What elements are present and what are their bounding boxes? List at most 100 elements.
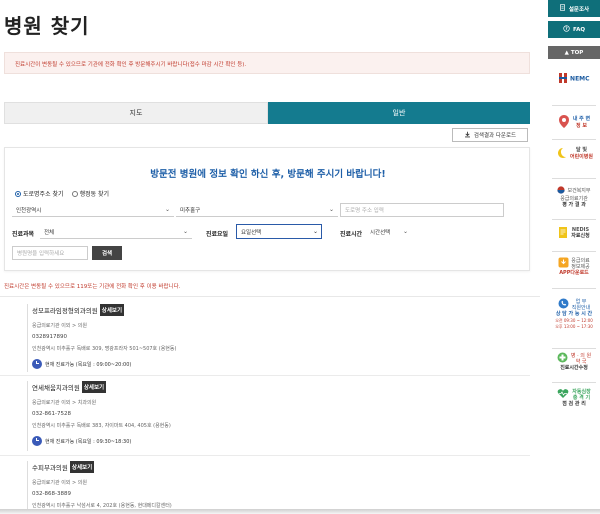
ministry-logo-icon xyxy=(557,186,566,196)
detail-button[interactable]: 상세보기 xyxy=(99,304,125,316)
main-content: 병원 찾기 진료시간이 변동될 수 있으므로 기관에 전화 확인 후 방문해주시… xyxy=(0,0,540,514)
app-label-2: 정보제공 xyxy=(571,263,590,270)
map-pin-icon xyxy=(558,114,570,131)
detail-button[interactable]: 상세보기 xyxy=(81,381,107,393)
time-select[interactable]: 시간선택 ⌄ xyxy=(366,225,408,239)
search-headline: 방문전 병원에 정보 확인 하신 후, 방문해 주시기 바랍니다! xyxy=(150,169,386,180)
result-warning: 진료시간은 변동될 수 있으므로 119또는 기관에 전화 확인 후 이용 바랍… xyxy=(4,284,181,290)
heart-pulse-icon xyxy=(557,388,569,401)
help-icon: ? xyxy=(563,25,570,34)
hours-edit-label-3: 진료시간수정 xyxy=(560,365,588,371)
download-results-button[interactable]: 검색결과 다운로드 xyxy=(452,128,528,142)
hospital-name: 수피부과의원 xyxy=(32,464,68,472)
hospital-address: 인천광역시 미추홀구 독배로 309, 명광프라자 501~507호 (용현동) xyxy=(32,346,177,352)
quick-menu-sidebar: 설문조사 ? FAQ ▲ TOP NEMC 내 주 변 정 보 달 빛 어린이병… xyxy=(548,0,600,514)
chevron-down-icon: ⌄ xyxy=(164,206,170,213)
nedis-label-2: 자료신청 xyxy=(571,233,590,239)
hospital-phone: 032-861-7528 xyxy=(32,411,71,417)
district-select[interactable]: 미추홀구 ⌄ xyxy=(176,203,338,217)
divider xyxy=(0,296,540,297)
app-download-link[interactable]: 응급의료 정보제공 APP다운로드 xyxy=(548,257,600,277)
hours-edit-link[interactable]: 병 · 의 원 약 국 진료시간수정 xyxy=(548,352,600,372)
nearby-info-link[interactable]: 내 주 변 정 보 xyxy=(548,114,600,131)
road-address-input[interactable]: 도로명 주소 입력 xyxy=(340,203,504,217)
hospital-phone: 032-868-3889 xyxy=(32,491,71,497)
staff-guide-link[interactable]: 업 무 직원안내 상 담 가 능 시 간 오전 09:30 ~ 12:00 오후… xyxy=(548,298,600,330)
consult-hours-pm: 오후 13:00 ~ 17:30 xyxy=(555,324,593,329)
hospital-type: 응급의료기관 이외 > 의원 xyxy=(32,323,87,329)
chevron-down-icon: ⌄ xyxy=(402,228,408,235)
radio-road-address[interactable]: 도로명주소 찾기 xyxy=(15,189,64,198)
radio-road-label: 도로명주소 찾기 xyxy=(23,191,64,198)
city-value: 인천광역시 xyxy=(16,207,42,214)
faq-button[interactable]: ? FAQ xyxy=(548,21,600,38)
chevron-down-icon: ⌄ xyxy=(312,228,318,235)
hospital-name: 성모프라임정형외과의원 xyxy=(32,307,98,315)
moonlight-hospital-link[interactable]: 달 빛 어린이병원 xyxy=(548,147,600,161)
hospital-address: 인천광역시 미추홀구 독배로 383, 자이마트 404, 405호 (용현동) xyxy=(32,423,171,429)
nemc-link[interactable]: NEMC xyxy=(548,72,600,86)
result-card: 연세채움치과의원 상세보기 응급의료기관 이외 > 치과의원 032-861-7… xyxy=(27,381,530,451)
tab-general[interactable]: 일반 xyxy=(268,102,530,124)
result-card: 성모프라임정형외과의원 상세보기 응급의료기관 이외 > 의원 03289178… xyxy=(27,304,530,372)
chevron-down-icon: ⌄ xyxy=(182,228,188,235)
phone-icon xyxy=(558,298,569,311)
divider xyxy=(552,382,596,383)
hours-edit-label-1: 병 · 의 원 xyxy=(570,352,592,359)
consult-hours-label: 상 담 가 능 시 간 xyxy=(555,311,593,317)
scroll-top-button[interactable]: ▲ TOP xyxy=(548,46,600,59)
open-status: 현재 진료가능 (목요일 : 09:00~20:00) xyxy=(32,359,530,369)
department-value: 전체 xyxy=(44,229,55,236)
hospital-name: 연세채움치과의원 xyxy=(32,384,80,392)
department-select[interactable]: 전체 ⌄ xyxy=(40,225,192,239)
radio-dot-checked xyxy=(15,190,21,197)
nemc-logo-icon xyxy=(558,72,568,86)
tab-map[interactable]: 지도 xyxy=(4,102,268,124)
radio-admin-label: 행정동 찾기 xyxy=(79,191,110,198)
hospital-name-input[interactable]: 병원명을 입력하세요 xyxy=(12,246,88,260)
top-label: TOP xyxy=(570,49,584,56)
medical-cross-icon xyxy=(557,352,568,365)
evaluation-label-1: 보건복지부 xyxy=(567,188,591,194)
survey-label: 설문조사 xyxy=(568,6,590,13)
time-label: 진료시간 xyxy=(340,231,363,238)
aed-management-link[interactable]: 자동심장 충 격 기 점 검 관 리 xyxy=(548,388,600,408)
document-icon xyxy=(558,226,568,241)
page-title: 병원 찾기 xyxy=(4,14,90,38)
divider xyxy=(552,288,596,289)
divider xyxy=(552,105,596,106)
survey-button[interactable]: 설문조사 xyxy=(548,0,600,17)
open-status-text: 현재 진료가능 (목요일 : 09:30~18:30) xyxy=(45,438,132,445)
aed-label-1: 자동심장 xyxy=(572,388,591,395)
moon-icon xyxy=(555,147,567,161)
divider xyxy=(552,178,596,179)
notice-banner: 진료시간이 변동될 수 있으므로 기관에 전화 확인 후 방문해주시기 바랍니다… xyxy=(4,52,530,74)
staff-label-2: 직원안내 xyxy=(571,304,591,311)
day-select[interactable]: 요일선택 ⌄ xyxy=(236,224,322,239)
search-button[interactable]: 검색 xyxy=(92,246,122,260)
nedis-request-link[interactable]: NEDIS 자료신청 xyxy=(548,226,600,241)
hospital-name-placeholder: 병원명을 입력하세요 xyxy=(17,251,65,257)
survey-icon xyxy=(559,4,566,13)
app-icon xyxy=(558,257,569,270)
evaluation-label-3: 평 가 결 과 xyxy=(562,202,586,208)
aed-label-3: 점 검 관 리 xyxy=(562,401,586,407)
window-bottom-edge xyxy=(0,509,600,514)
day-value: 요일선택 xyxy=(241,229,262,236)
app-label-3: APP다운로드 xyxy=(559,270,589,276)
moonlight-label-2: 어린이병원 xyxy=(569,154,593,160)
clock-icon xyxy=(32,436,42,446)
open-status-text: 현재 진료가능 (목요일 : 09:00~20:00) xyxy=(45,361,132,368)
detail-button[interactable]: 상세보기 xyxy=(69,461,95,473)
hospital-phone: 0328917890 xyxy=(32,334,67,340)
evaluation-result-link[interactable]: 보건복지부 응급의료기관 평 가 결 과 xyxy=(548,186,600,209)
radio-admin-dong[interactable]: 행정동 찾기 xyxy=(71,189,110,198)
divider xyxy=(552,251,596,252)
city-select[interactable]: 인천광역시 ⌄ xyxy=(12,203,174,217)
radio-dot xyxy=(71,190,78,197)
clock-icon xyxy=(32,359,42,369)
divider xyxy=(552,348,596,349)
row-divider xyxy=(0,375,530,376)
view-tabs: 지도 일반 xyxy=(4,102,530,124)
hours-edit-label-2: 약 국 xyxy=(575,358,587,365)
